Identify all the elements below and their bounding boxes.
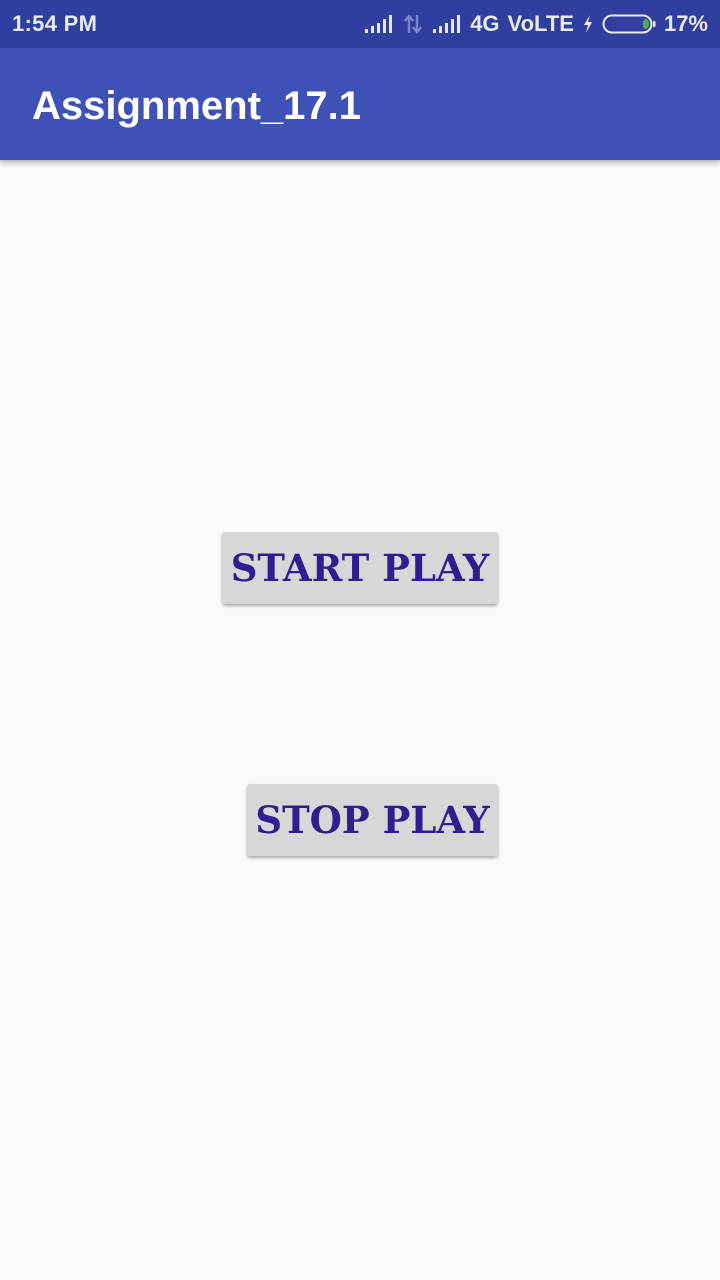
signal-icon bbox=[432, 14, 462, 34]
status-bar: 1:54 PM 4G VoLTE 17% bbox=[0, 0, 720, 48]
signal-icon bbox=[364, 14, 394, 34]
charging-icon bbox=[582, 14, 594, 34]
status-icons: 4G VoLTE 17% bbox=[364, 0, 708, 48]
data-arrows-icon bbox=[402, 13, 424, 35]
stop-play-button[interactable]: STOP PLAY bbox=[247, 784, 498, 856]
page-title: Assignment_17.1 bbox=[32, 84, 362, 128]
start-play-button[interactable]: START PLAY bbox=[222, 532, 498, 604]
volte-label: VoLTE bbox=[507, 11, 574, 36]
network-type: 4G bbox=[470, 11, 500, 36]
battery-icon bbox=[602, 13, 656, 35]
status-time: 1:54 PM bbox=[12, 11, 98, 36]
battery-percent: 17% bbox=[663, 11, 708, 36]
app-bar: Assignment_17.1 bbox=[0, 48, 720, 160]
